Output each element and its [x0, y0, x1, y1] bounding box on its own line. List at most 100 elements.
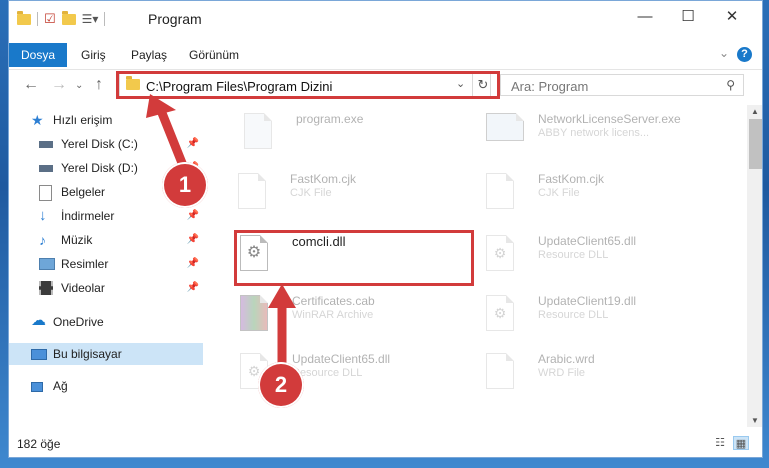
sidebar-item-label: Videolar: [61, 281, 105, 295]
sidebar-item-this-pc[interactable]: Bu bilgisayar: [9, 343, 203, 365]
sidebar-item-label: Bu bilgisayar: [53, 347, 122, 361]
navigation-bar: ← → ⌄ ↑ C:\Program Files\Program Dizini …: [9, 69, 762, 102]
item-count: 182 öğe: [17, 437, 61, 451]
tab-gorunum[interactable]: Görünüm: [189, 43, 239, 67]
up-arrow-icon[interactable]: ↑: [95, 76, 103, 94]
file-name: FastKom.cjk: [538, 172, 605, 186]
exe-file-icon: [244, 113, 276, 153]
sidebar-item-label: OneDrive: [53, 315, 104, 329]
network-icon: [31, 382, 43, 392]
sidebar-item-onedrive[interactable]: ☁ OneDrive: [9, 311, 203, 333]
search-icon[interactable]: ⚲: [726, 78, 735, 92]
file-item[interactable]: FastKom.cjk CJK File: [238, 167, 478, 221]
navigation-pane: ★ Hızlı erişim Yerel Disk (C:) 📌 Yerel D…: [9, 105, 203, 425]
sidebar-item-label: Hızlı erişim: [53, 113, 113, 127]
file-name: UpdateClient65.dll: [292, 352, 391, 366]
details-view-icon[interactable]: ☷: [713, 436, 727, 449]
cloud-icon: ☁: [31, 312, 46, 329]
drive-icon: [39, 165, 53, 172]
step-2-badge: 2: [258, 362, 304, 408]
sidebar-item-label: Yerel Disk (C:): [61, 137, 138, 151]
generic-file-icon: [238, 173, 270, 213]
file-highlight-box: [234, 230, 474, 286]
file-item[interactable]: Certificates.cab WinRAR Archive: [240, 289, 480, 343]
close-icon[interactable]: ✕: [709, 1, 755, 33]
sidebar-item-videos[interactable]: Videolar 📌: [9, 277, 203, 299]
sidebar-item-label: Ağ: [53, 379, 68, 393]
exe-file-icon: [486, 113, 524, 153]
file-name: NetworkLicenseServer.exe: [538, 112, 681, 126]
pin-icon[interactable]: 📌: [187, 253, 199, 275]
download-arrow-icon: ↓: [39, 207, 47, 224]
pin-icon[interactable]: 📌: [187, 205, 199, 227]
customize-toolbar-icon[interactable]: ☰▾: [82, 12, 99, 26]
vertical-scrollbar[interactable]: ▲ ▼: [747, 105, 762, 427]
sidebar-item-label: İndirmeler: [61, 209, 115, 223]
divider: [37, 12, 38, 26]
pin-icon[interactable]: 📌: [187, 229, 199, 251]
step-1-badge: 1: [162, 162, 208, 208]
large-icons-view-icon[interactable]: ▦: [733, 436, 749, 450]
sidebar-item-label: Belgeler: [61, 185, 106, 199]
file-type: CJK File: [290, 187, 332, 199]
maximize-icon[interactable]: ☐: [665, 1, 711, 33]
back-arrow-icon[interactable]: ←: [23, 76, 39, 94]
search-input[interactable]: Ara: Program ⚲: [500, 74, 744, 96]
sidebar-item-network[interactable]: Ağ: [9, 375, 203, 397]
sidebar-item-downloads[interactable]: ↓ İndirmeler 📌: [9, 205, 203, 227]
dll-gear-file-icon: ⚙: [486, 235, 518, 275]
file-name: UpdateClient19.dll: [538, 294, 637, 308]
pin-icon[interactable]: 📌: [187, 133, 199, 155]
file-item[interactable]: FastKom.cjk CJK File: [486, 167, 726, 221]
sidebar-item-quick-access[interactable]: ★ Hızlı erişim: [9, 109, 203, 131]
quick-access-toolbar: ☑ ☰▾: [17, 10, 106, 27]
scrollbar-thumb[interactable]: [749, 119, 762, 169]
sidebar-item-music[interactable]: ♪ Müzik 📌: [9, 229, 203, 251]
archive-file-icon: [240, 295, 272, 335]
film-icon: [39, 281, 53, 295]
sidebar-item-label: Yerel Disk (D:): [61, 161, 138, 175]
forward-arrow-icon[interactable]: →: [51, 76, 67, 94]
sidebar-item-local-disk-c[interactable]: Yerel Disk (C:) 📌: [9, 133, 203, 155]
tab-dosya[interactable]: Dosya: [9, 43, 68, 67]
file-item[interactable]: ⚙ UpdateClient19.dll Resource DLL: [486, 289, 726, 343]
minimize-icon[interactable]: —: [622, 1, 668, 33]
file-type: CJK File: [538, 187, 580, 199]
dll-gear-file-icon: ⚙: [486, 295, 518, 335]
scroll-up-icon[interactable]: ▲: [751, 107, 759, 116]
documents-icon: [39, 185, 52, 201]
computer-icon: [31, 349, 47, 360]
file-item[interactable]: program.exe: [244, 107, 484, 161]
properties-icon[interactable]: ☑: [44, 11, 56, 27]
file-item[interactable]: ⚙ UpdateClient65.dll Resource DLL: [486, 229, 726, 283]
new-folder-icon[interactable]: [61, 10, 76, 25]
file-name: Certificates.cab: [292, 294, 375, 308]
status-bar: 182 öğe ☷ ▦: [9, 431, 762, 455]
file-type: WRD File: [538, 367, 586, 379]
file-name: FastKom.cjk: [290, 172, 357, 186]
file-type: ABBY network licens...: [538, 127, 650, 139]
sidebar-item-label: Resimler: [61, 257, 109, 271]
window-title: Program: [148, 11, 202, 27]
pictures-icon: [39, 258, 55, 270]
file-type: Resource DLL: [538, 309, 609, 321]
recent-locations-chevron-icon[interactable]: ⌄: [75, 80, 83, 91]
pin-icon[interactable]: 📌: [187, 277, 199, 299]
generic-file-icon: [486, 173, 518, 213]
file-type: WinRAR Archive: [292, 309, 374, 321]
expand-ribbon-chevron-icon[interactable]: ⌄: [719, 46, 729, 60]
file-type: Resource DLL: [538, 249, 609, 261]
file-name: UpdateClient65.dll: [538, 234, 637, 248]
file-item[interactable]: NetworkLicenseServer.exe ABBY network li…: [486, 107, 726, 161]
sidebar-item-pictures[interactable]: Resimler 📌: [9, 253, 203, 275]
tab-paylas[interactable]: Paylaş: [131, 43, 167, 67]
sidebar-item-label: Müzik: [61, 233, 93, 247]
help-icon[interactable]: ?: [737, 47, 752, 62]
file-item[interactable]: Arabic.wrd WRD File: [486, 347, 726, 401]
search-placeholder: Ara: Program: [511, 79, 589, 94]
explorer-window: ☑ ☰▾ Program — ☐ ✕ Dosya Giriş Paylaş Gö…: [8, 0, 763, 458]
tab-giris[interactable]: Giriş: [81, 43, 106, 67]
scroll-down-icon[interactable]: ▼: [751, 416, 759, 425]
title-bar: ☑ ☰▾ Program — ☐ ✕: [9, 1, 762, 37]
music-note-icon: ♪: [39, 232, 46, 248]
